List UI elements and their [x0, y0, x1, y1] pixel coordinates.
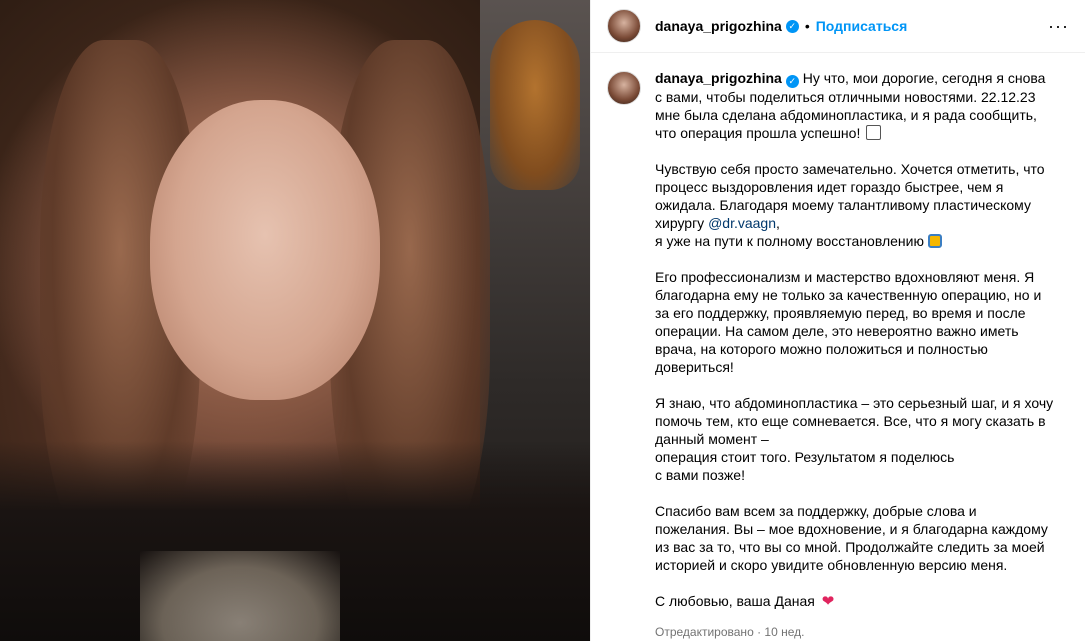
post-dialog: danaya_prigozhina ✓ • Подписаться ··· da…	[0, 0, 1085, 641]
medal-emoji-icon	[927, 233, 942, 248]
shirt-print	[140, 551, 340, 641]
caption-paragraph-1: danaya_prigozhina ✓ Ну что, мои дорогие, …	[655, 69, 1055, 142]
meta-separator: ·	[753, 624, 765, 639]
caption-paragraph-6: С любовью, ваша Даная ❤	[655, 592, 1055, 611]
caption-text: danaya_prigozhina ✓ Ну что, мои дорогие, …	[655, 69, 1055, 641]
verified-icon: ✓	[785, 74, 799, 88]
mention-link[interactable]: @dr.vaagn	[708, 215, 776, 231]
caption-p6-text: С любовью, ваша Даная	[655, 592, 815, 609]
separator-dot: •	[804, 18, 810, 34]
caption-paragraph-2: Чувствую себя просто замечательно. Хочет…	[655, 160, 1055, 250]
comments-area[interactable]: danaya_prigozhina ✓ Ну что, мои дорогие, …	[591, 53, 1085, 641]
face	[150, 100, 380, 400]
post-side-panel: danaya_prigozhina ✓ • Подписаться ··· da…	[590, 0, 1085, 641]
caption-paragraph-5: Спасибо вам всем за поддержку, добрые сл…	[655, 502, 1048, 573]
timestamp[interactable]: 10 нед.	[764, 625, 804, 639]
edited-label: Отредактировано	[655, 624, 754, 639]
plush-toy	[490, 20, 580, 190]
follow-button[interactable]: Подписаться	[816, 18, 908, 34]
more-options-icon[interactable]: ···	[1048, 16, 1069, 37]
caption-paragraph-4: Я знаю, что абдоминопластика – это серье…	[655, 394, 1054, 483]
caption-paragraph-3: Его профессионализм и мастерство вдохнов…	[655, 268, 1042, 375]
caption-row: danaya_prigozhina ✓ Ну что, мои дорогие, …	[607, 69, 1069, 641]
post-photo[interactable]	[0, 0, 590, 641]
emoji-icon	[866, 124, 882, 140]
verified-icon: ✓	[785, 19, 799, 33]
post-meta: Отредактировано · 10 нед.	[655, 623, 1055, 641]
post-header: danaya_prigozhina ✓ • Подписаться ···	[591, 0, 1085, 53]
caption-avatar[interactable]	[607, 71, 641, 105]
caption-username[interactable]: danaya_prigozhina	[655, 70, 782, 86]
avatar[interactable]	[607, 9, 641, 43]
username-link[interactable]: danaya_prigozhina	[655, 18, 782, 34]
heart-emoji-icon: ❤	[821, 592, 835, 610]
